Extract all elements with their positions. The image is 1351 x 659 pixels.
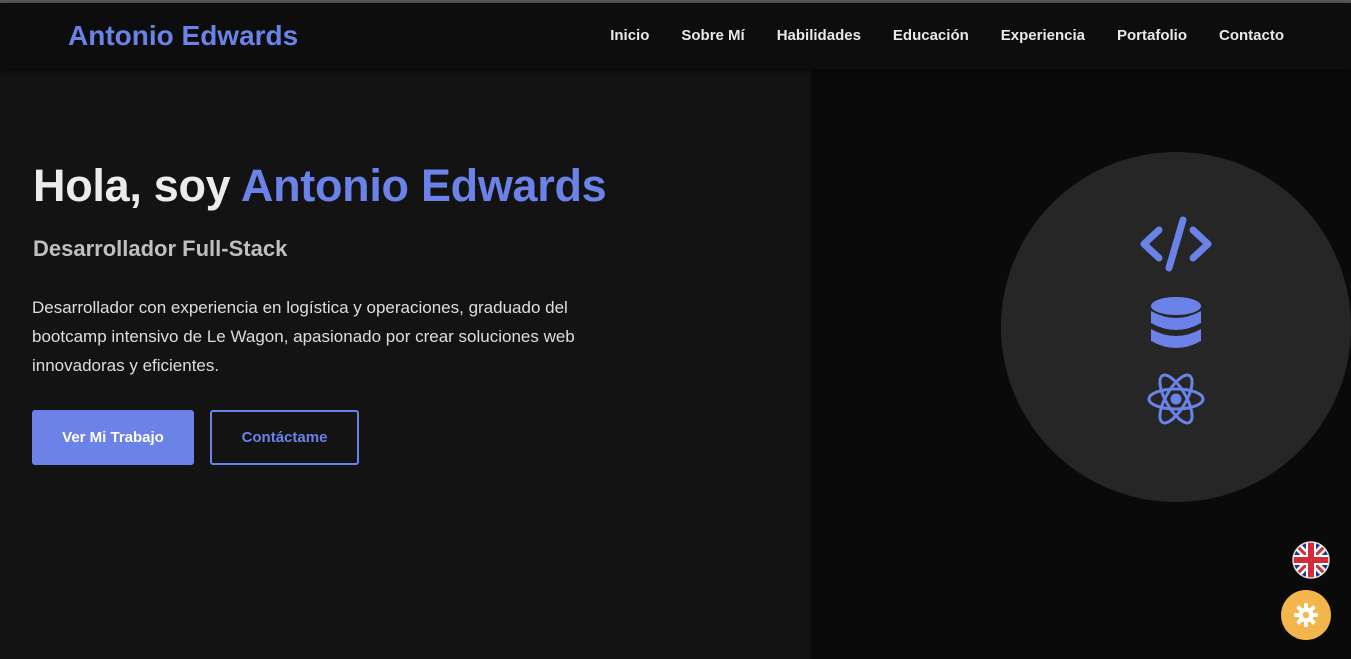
uk-flag-icon <box>1292 541 1330 579</box>
hero-description: Desarrollador con experiencia en logísti… <box>32 298 575 375</box>
react-atom-icon <box>1147 373 1205 425</box>
hero-role: Desarrollador Full-Stack <box>33 236 288 261</box>
database-icon <box>1151 297 1201 348</box>
site-header: Antonio Edwards Inicio Sobre Mí Habilida… <box>0 3 1351 69</box>
brand-logo[interactable]: Antonio Edwards <box>68 20 298 52</box>
nav-contacto[interactable]: Contacto <box>1219 27 1284 44</box>
hero-greeting: Hola, soy <box>33 160 241 211</box>
language-toggle-button[interactable] <box>1292 541 1330 579</box>
sun-gear-icon <box>1294 603 1318 627</box>
hero-title: Hola, soy Antonio Edwards <box>33 160 607 212</box>
contact-button[interactable]: Contáctame <box>210 410 359 465</box>
nav-inicio[interactable]: Inicio <box>610 27 649 44</box>
theme-toggle-button[interactable] <box>1281 590 1331 640</box>
code-icon <box>1140 216 1212 272</box>
hero-name: Antonio Edwards <box>240 160 607 211</box>
view-work-button[interactable]: Ver Mi Trabajo <box>32 410 194 465</box>
nav-habilidades[interactable]: Habilidades <box>777 27 861 44</box>
nav-experiencia[interactable]: Experiencia <box>1001 27 1085 44</box>
main-nav: Inicio Sobre Mí Habilidades Educación Ex… <box>610 27 1284 44</box>
nav-sobre-mi[interactable]: Sobre Mí <box>681 27 744 44</box>
nav-educacion[interactable]: Educación <box>893 27 969 44</box>
nav-portafolio[interactable]: Portafolio <box>1117 27 1187 44</box>
